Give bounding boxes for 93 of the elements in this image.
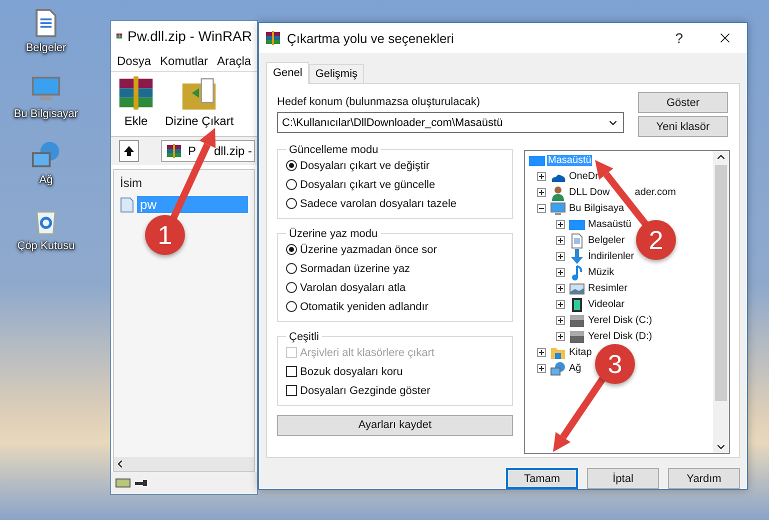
expand-icon[interactable]	[556, 220, 565, 229]
address-text: P	[188, 144, 196, 158]
up-folder-button[interactable]	[119, 140, 139, 162]
expand-icon[interactable]	[556, 268, 565, 277]
expand-icon[interactable]	[537, 364, 546, 373]
window-title: Pw.dll.zip - WinRAR	[128, 28, 252, 44]
expand-icon[interactable]	[556, 236, 565, 245]
expand-icon[interactable]	[537, 348, 546, 357]
expand-icon[interactable]	[556, 252, 565, 261]
dialog-title: Çıkartma yolu ve seçenekleri	[287, 30, 455, 46]
side-button[interactable]: Göster	[638, 92, 728, 113]
tree-item[interactable]: Resimler	[587, 283, 628, 294]
address-field[interactable]: P dll.zip -	[160, 140, 255, 162]
archive-books-icon	[117, 74, 155, 112]
key-icon	[134, 478, 148, 488]
drive-icon	[569, 312, 585, 328]
checkbox[interactable]	[286, 366, 297, 377]
tree-item[interactable]: Bu Bilgisaya	[568, 203, 626, 214]
side-button[interactable]: Yeni klasör	[638, 116, 728, 137]
film-icon	[569, 296, 585, 312]
dialog-button[interactable]: İptal	[587, 468, 659, 489]
radio-button[interactable]	[286, 198, 297, 209]
scrollbar[interactable]	[713, 150, 729, 452]
group-title: Çeşitli	[288, 330, 320, 342]
group-title: Üzerine yaz modu	[288, 228, 379, 240]
computer-icon	[550, 200, 566, 216]
download-icon	[569, 248, 585, 264]
tree-item[interactable]: Kitap	[568, 347, 593, 358]
option-label: Bozuk dosyaları koru	[300, 366, 403, 378]
dialog-button[interactable]: Tamam	[506, 468, 578, 489]
expand-icon[interactable]	[537, 172, 546, 181]
tree-item[interactable]: Ağ	[568, 363, 582, 374]
scroll-thumb[interactable]	[715, 164, 727, 400]
toolbar-button[interactable]: Dizine Çıkart	[163, 74, 236, 134]
scrollbar[interactable]	[114, 457, 254, 471]
document-icon	[569, 232, 585, 248]
tree-item-text: ader.com	[634, 187, 676, 198]
option-label: Dosyaları çıkart ve güncelle	[300, 178, 436, 190]
expand-icon[interactable]	[556, 284, 565, 293]
archive-books-icon	[265, 30, 281, 46]
radio-button[interactable]	[286, 244, 297, 255]
collapse-icon[interactable]	[537, 204, 546, 213]
radio-button[interactable]	[286, 263, 297, 274]
tree-item[interactable]: Videolar	[587, 299, 626, 310]
destination-field[interactable]: C:\Kullanıcılar\DllDownloader_com\Masaüstü	[277, 112, 624, 133]
tree-item[interactable]: İndirilenler	[587, 251, 636, 262]
tab[interactable]: Genel	[266, 62, 310, 84]
file-icon	[120, 196, 134, 212]
address-text: dll.zip -	[214, 144, 252, 158]
save-settings-button[interactable]: Ayarları kaydet	[277, 414, 513, 436]
expand-icon[interactable]	[556, 316, 565, 325]
menu-item[interactable]: Komutlar	[160, 54, 208, 68]
tree-item[interactable]: DLL Dow	[568, 187, 611, 198]
music-icon	[569, 264, 585, 280]
radio-button[interactable]	[286, 160, 297, 171]
tree-item[interactable]: Müzik	[587, 267, 616, 278]
option-label: Arşivleri alt klasörlere çıkart	[300, 346, 434, 358]
group-title: Güncelleme modu	[288, 144, 380, 156]
option-label: Dosyaları Gezginde göster	[300, 384, 430, 396]
tree-item[interactable]: OneDr	[568, 171, 600, 182]
up-arrow-icon	[122, 145, 135, 157]
checkbox[interactable]	[286, 385, 297, 396]
network-icon	[550, 360, 566, 376]
menu-item[interactable]: Araçla	[217, 54, 252, 68]
expand-icon[interactable]	[556, 300, 565, 309]
tree-item[interactable]: Yerel Disk (C:)	[587, 315, 654, 326]
picture-icon	[569, 280, 585, 296]
expand-icon[interactable]	[556, 332, 565, 341]
expand-icon[interactable]	[537, 188, 546, 197]
menu-item[interactable]: Dosya	[117, 54, 152, 68]
radio-button[interactable]	[286, 179, 297, 190]
option-label: Sadece varolan dosyaları tazele	[300, 198, 457, 210]
option-label: Otomatik yeniden adlandır	[300, 300, 428, 312]
option-label: Üzerine yazmadan önce sor	[300, 244, 437, 256]
option-label: Dosyaları çıkart ve değiştir	[300, 160, 430, 172]
radio-button[interactable]	[286, 282, 297, 293]
drive-icon	[115, 478, 131, 488]
help-button[interactable]: ?	[675, 30, 683, 46]
option-label: Sormadan üzerine yaz	[300, 262, 410, 274]
dialog-button[interactable]: Yardım	[668, 468, 740, 489]
radio-button[interactable]	[286, 301, 297, 312]
drive-icon	[569, 328, 585, 344]
tree-item[interactable]: Masaüstü	[587, 219, 632, 230]
tab[interactable]: Gelişmiş	[309, 64, 364, 84]
network-icon	[31, 140, 61, 170]
toolbar-button[interactable]: Ekle	[115, 74, 157, 134]
column-header[interactable]: İsim	[114, 170, 254, 196]
field-label: Hedef konum (bulunmazsa oluşturulacak)	[277, 96, 481, 108]
tree-item[interactable]: Yerel Disk (D:)	[587, 331, 654, 342]
user-icon	[550, 184, 566, 200]
option-label: Varolan dosyaları atla	[300, 282, 406, 294]
archive-books-icon	[166, 143, 182, 159]
tree-item[interactable]: Belgeler	[587, 235, 626, 246]
